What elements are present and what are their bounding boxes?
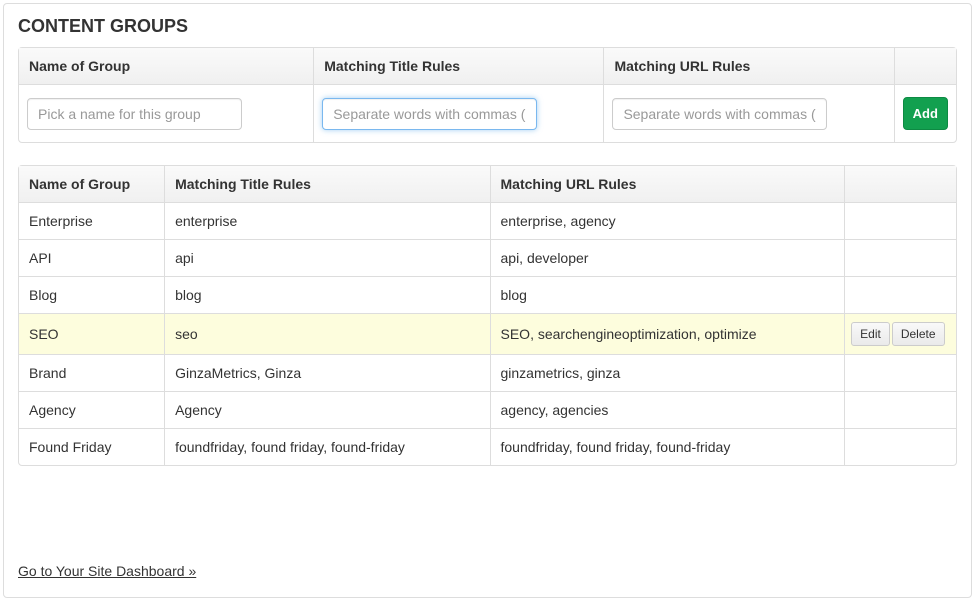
- form-header-name: Name of Group: [19, 48, 314, 85]
- add-group-form-table: Name of Group Matching Title Rules Match…: [18, 47, 957, 143]
- table-row: BrandGinzaMetrics, Ginzaginzametrics, gi…: [19, 355, 956, 392]
- cell-group-name: Blog: [19, 277, 165, 314]
- cell-group-name: Found Friday: [19, 429, 165, 465]
- form-header-title-rules: Matching Title Rules: [314, 48, 604, 85]
- cell-title-rules: blog: [165, 277, 490, 314]
- cell-group-name: Agency: [19, 392, 165, 429]
- cell-actions: EditDelete: [845, 314, 956, 355]
- cell-url-rules: SEO, searchengineoptimization, optimize: [491, 314, 846, 355]
- cell-title-rules: foundfriday, found friday, found-friday: [165, 429, 490, 465]
- groups-table: Name of Group Matching Title Rules Match…: [18, 165, 957, 466]
- content-groups-panel: CONTENT GROUPS Name of Group Matching Ti…: [3, 3, 972, 598]
- table-row: APIapiapi, developer: [19, 240, 956, 277]
- cell-group-name: SEO: [19, 314, 165, 355]
- cell-actions: [845, 392, 956, 429]
- form-header-url-rules: Matching URL Rules: [604, 48, 894, 85]
- cell-url-rules: enterprise, agency: [491, 203, 846, 240]
- cell-actions: [845, 277, 956, 314]
- cell-group-name: Brand: [19, 355, 165, 392]
- table-row: Enterpriseenterpriseenterprise, agency: [19, 203, 956, 240]
- panel-title: CONTENT GROUPS: [18, 16, 957, 37]
- cell-title-rules: api: [165, 240, 490, 277]
- cell-url-rules: blog: [491, 277, 846, 314]
- cell-actions: [845, 203, 956, 240]
- cell-title-rules: GinzaMetrics, Ginza: [165, 355, 490, 392]
- form-header-actions: [895, 48, 956, 85]
- table-row: SEOseoSEO, searchengineoptimization, opt…: [19, 314, 956, 355]
- cell-url-rules: ginzametrics, ginza: [491, 355, 846, 392]
- cell-actions: [845, 429, 956, 465]
- table-header-url-rules: Matching URL Rules: [491, 166, 846, 203]
- cell-url-rules: foundfriday, found friday, found-friday: [491, 429, 846, 465]
- cell-actions: [845, 240, 956, 277]
- table-header-actions: [845, 166, 956, 203]
- table-row: Blogblogblog: [19, 277, 956, 314]
- title-rules-input[interactable]: [322, 98, 537, 130]
- cell-actions: [845, 355, 956, 392]
- table-header-name: Name of Group: [19, 166, 165, 203]
- edit-button[interactable]: Edit: [851, 322, 890, 346]
- table-header-title-rules: Matching Title Rules: [165, 166, 490, 203]
- cell-url-rules: api, developer: [491, 240, 846, 277]
- cell-url-rules: agency, agencies: [491, 392, 846, 429]
- cell-group-name: API: [19, 240, 165, 277]
- cell-title-rules: enterprise: [165, 203, 490, 240]
- cell-group-name: Enterprise: [19, 203, 165, 240]
- cell-title-rules: seo: [165, 314, 490, 355]
- dashboard-link[interactable]: Go to Your Site Dashboard »: [18, 563, 196, 579]
- cell-title-rules: Agency: [165, 392, 490, 429]
- table-row: AgencyAgencyagency, agencies: [19, 392, 956, 429]
- url-rules-input[interactable]: [612, 98, 827, 130]
- table-row: Found Fridayfoundfriday, found friday, f…: [19, 429, 956, 465]
- group-name-input[interactable]: [27, 98, 242, 130]
- delete-button[interactable]: Delete: [892, 322, 945, 346]
- add-button[interactable]: Add: [903, 97, 948, 130]
